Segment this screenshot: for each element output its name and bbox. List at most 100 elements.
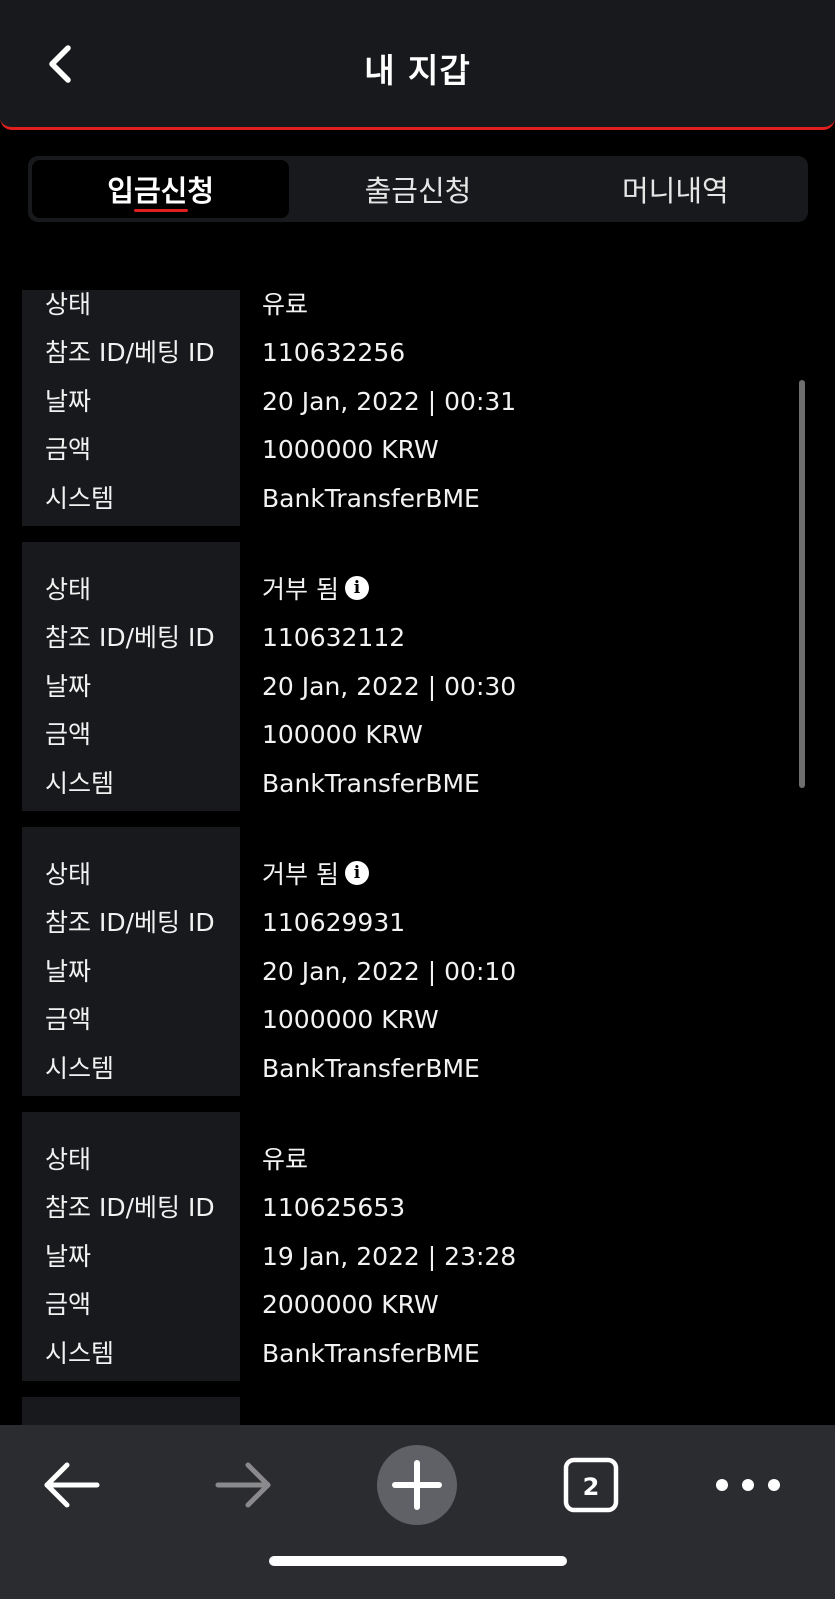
field-value: 110632256 [262, 329, 405, 377]
field-label: 시스템 [45, 1054, 115, 1083]
plus-icon [377, 1445, 457, 1525]
field-row-status: 상태 거부 됨i [0, 566, 835, 614]
amount-value: 1000000 KRW [262, 435, 439, 464]
field-row-status: 상태 유료 [0, 290, 835, 329]
date-value: 19 Jan, 2022 | 23:28 [262, 1242, 517, 1271]
new-tab-button[interactable] [377, 1445, 457, 1525]
page-title: 내 지갑 [364, 51, 471, 90]
field-value: 110632112 [262, 614, 405, 662]
tab-label: 머니내역 [621, 174, 729, 208]
amount-value: 100000 KRW [262, 720, 423, 749]
field-value: 1000000 KRW [262, 426, 439, 474]
system-value: BankTransferBME [262, 484, 480, 513]
field-label: 날짜 [45, 957, 92, 986]
tab-count-icon: 2 [563, 1457, 619, 1513]
tab-deposit-request[interactable]: 입금신청 [32, 160, 290, 218]
field-label: 금액 [45, 720, 92, 749]
field-row-ref-id: 참조 ID/베팅 ID 110632256 [0, 329, 835, 377]
status-value: 유료 [262, 1145, 309, 1174]
card-label-column [22, 1397, 240, 1425]
transaction-card: 상태 유료 참조 ID/베팅 ID 110632256 날짜 20 Jan, 2022 |… [0, 290, 835, 526]
status-value: 거부 됨 [262, 575, 339, 604]
date-value: 20 Jan, 2022 | 00:31 [262, 387, 517, 416]
field-row-amount: 금액 100000 KRW [0, 711, 835, 759]
arrow-right-icon [215, 1462, 271, 1508]
home-indicator [269, 1556, 567, 1566]
ellipsis-icon [716, 1479, 780, 1491]
field-label: 금액 [45, 1290, 92, 1319]
field-label: 상태 [45, 1145, 92, 1174]
field-label: 참조 ID/베팅 ID [45, 908, 215, 937]
field-row-amount: 금액 1000000 KRW [0, 996, 835, 1044]
scrollbar[interactable] [799, 380, 805, 788]
tab-count: 2 [583, 1473, 600, 1501]
system-value: BankTransferBME [262, 1339, 480, 1368]
browser-forward-button[interactable] [204, 1445, 284, 1525]
field-value: 110625653 [262, 1184, 405, 1232]
field-value: BankTransferBME [262, 1330, 480, 1378]
browser-toolbar: 2 [0, 1425, 835, 1599]
field-row-date: 날짜 20 Jan, 2022 | 00:10 [0, 948, 835, 996]
field-label: 상태 [45, 290, 92, 319]
field-value: BankTransferBME [262, 760, 480, 808]
field-value: 1000000 KRW [262, 996, 439, 1044]
transaction-card-partial [0, 1397, 835, 1425]
more-options-button[interactable] [708, 1445, 788, 1525]
field-row-system: 시스템 BankTransferBME [0, 1330, 835, 1378]
transaction-list[interactable]: 상태 유료 참조 ID/베팅 ID 110632256 날짜 20 Jan, 2022 |… [0, 290, 835, 1425]
app-header: 내 지갑 [0, 0, 835, 130]
ref-id-value: 110632112 [262, 623, 406, 652]
date-value: 20 Jan, 2022 | 00:30 [262, 672, 517, 701]
field-value: 20 Jan, 2022 | 00:31 [262, 378, 516, 426]
field-label: 금액 [45, 1005, 92, 1034]
tab-money-history[interactable]: 머니내역 [547, 160, 804, 218]
transaction-card: 상태 거부 됨 i 참조 ID/베팅 ID 110632112 날짜 20 Jan, 202… [0, 542, 835, 811]
field-value: 19 Jan, 2022 | 23:28 [262, 1233, 516, 1281]
transaction-card: 상태 유료참조 ID/베팅 ID 110625653 날짜 19 Jan, 2022 |… [0, 1112, 835, 1381]
info-icon[interactable]: i [344, 576, 369, 600]
field-label: 참조 ID/베팅 ID [45, 1193, 215, 1222]
system-value: BankTransferBME [262, 1054, 480, 1083]
field-label: 시스템 [45, 769, 115, 798]
field-value: 100000 KRW [262, 711, 423, 759]
field-row-date: 날짜 19 Jan, 2022 | 23:28 [0, 1233, 835, 1281]
field-label: 시스템 [45, 484, 115, 513]
field-label: 참조 ID/베팅 ID [45, 338, 215, 367]
arrow-left-icon [44, 1462, 100, 1508]
field-value: BankTransferBME [262, 475, 480, 523]
field-row-ref-id: 참조 ID/베팅 ID 110625653 [0, 1184, 835, 1232]
tab-label: 출금신청 [364, 174, 472, 208]
tabs-button[interactable]: 2 [551, 1445, 631, 1525]
field-row-system: 시스템 BankTransferBME [0, 760, 835, 808]
field-value: 유료 [262, 1136, 308, 1184]
amount-value: 1000000 KRW [262, 1005, 439, 1034]
info-icon[interactable]: i [344, 861, 369, 885]
status-value: 거부 됨 [262, 860, 339, 889]
browser-back-button[interactable] [31, 1445, 111, 1525]
field-label: 상태 [45, 575, 92, 604]
status-value: 유료 [262, 290, 309, 319]
system-value: BankTransferBME [262, 769, 480, 798]
field-label: 날짜 [45, 1242, 92, 1271]
field-row-amount: 금액 2000000 KRW [0, 1281, 835, 1329]
field-value: 거부 됨i [262, 851, 369, 899]
field-label: 상태 [45, 860, 92, 889]
transaction-card: 상태 거부 됨 i 참조 ID/베팅 ID 110629931 날짜 20 Jan, 202… [0, 827, 835, 1096]
field-row-amount: 금액 1000000 KRW [0, 426, 835, 474]
tab-bar: 입금신청 출금신청 머니내역 [28, 156, 808, 222]
field-row-status: 상태 유료 [0, 1136, 835, 1184]
field-row-status: 상태 거부 됨i [0, 851, 835, 899]
date-value: 20 Jan, 2022 | 00:10 [262, 957, 517, 986]
field-row-date: 날짜 20 Jan, 2022 | 00:30 [0, 663, 835, 711]
field-label: 날짜 [45, 672, 92, 701]
field-value: 20 Jan, 2022 | 00:30 [262, 663, 516, 711]
field-value: BankTransferBME [262, 1045, 480, 1093]
field-value: 20 Jan, 2022 | 00:10 [262, 948, 516, 996]
field-row-system: 시스템 BankTransferBME [0, 1045, 835, 1093]
tab-withdrawal-request[interactable]: 출금신청 [289, 160, 546, 218]
field-value: 2000000 KRW [262, 1281, 439, 1329]
field-row-ref-id: 참조 ID/베팅 ID 110632112 [0, 614, 835, 662]
field-label: 시스템 [45, 1339, 115, 1368]
field-label: 금액 [45, 435, 92, 464]
field-value: 유료 [262, 290, 308, 329]
